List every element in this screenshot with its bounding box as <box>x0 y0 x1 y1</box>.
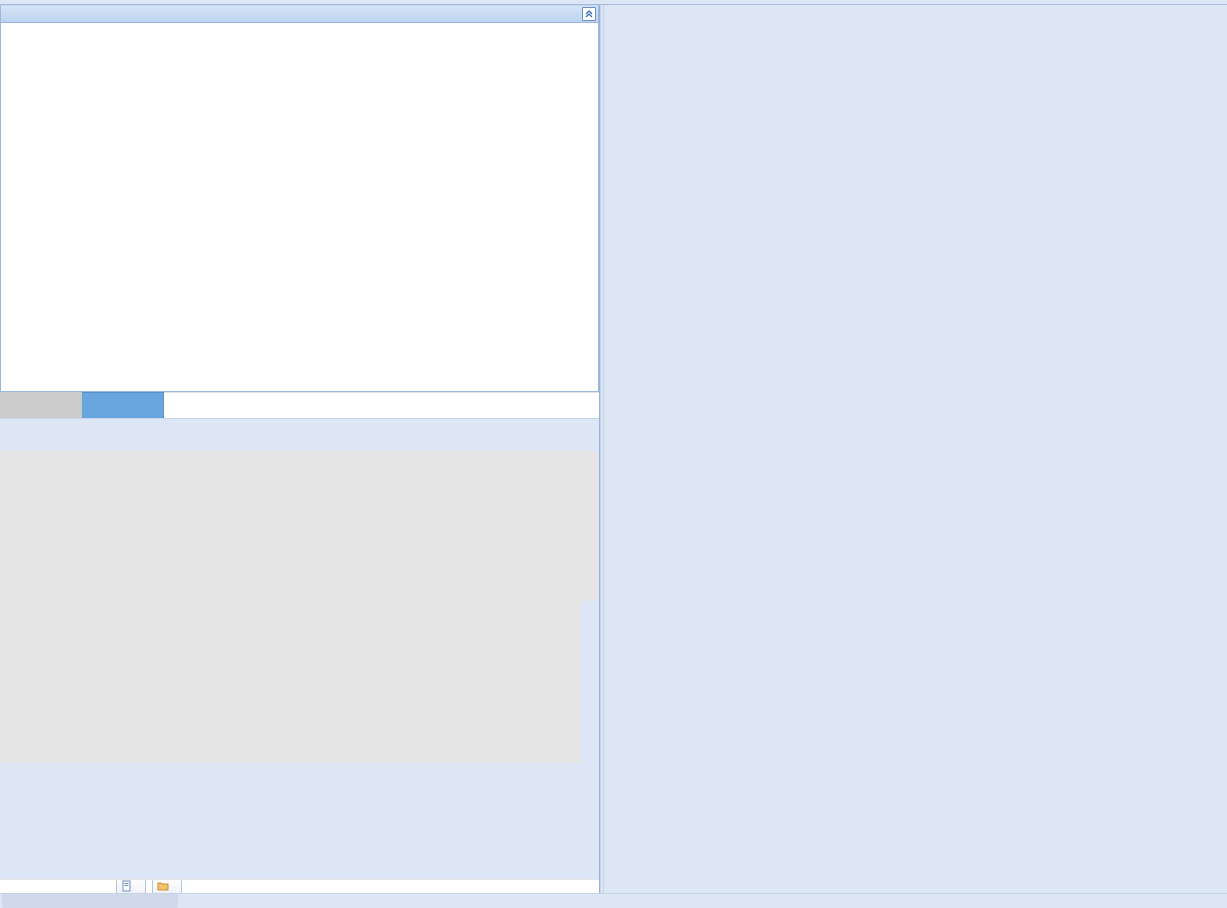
upper-panel-content <box>0 23 599 392</box>
tab-1[interactable] <box>0 392 82 418</box>
tab-2[interactable] <box>82 392 164 418</box>
document-icon <box>121 880 133 892</box>
button-row <box>0 879 599 893</box>
tab-strip <box>0 392 599 418</box>
lower-panel <box>0 418 599 879</box>
statusbar <box>0 893 1227 908</box>
lower-panel-content <box>0 419 599 879</box>
lower-panel-scroll[interactable] <box>0 419 599 879</box>
app-frame <box>0 0 1227 908</box>
folder-icon <box>157 880 169 892</box>
lower-body-cutout <box>581 601 599 763</box>
collapse-panel-button[interactable] <box>582 7 596 21</box>
right-pane <box>604 5 1227 893</box>
left-pane <box>0 5 600 893</box>
lower-footer-band <box>0 763 599 879</box>
upper-panel-header <box>0 5 599 23</box>
tab-strip-filler <box>164 392 599 418</box>
main-area <box>0 5 1227 893</box>
chevron-double-up-icon <box>584 9 594 19</box>
lower-header-band <box>0 419 599 451</box>
action-button-1[interactable] <box>116 879 146 893</box>
status-segment <box>2 894 178 908</box>
lower-body-band <box>0 451 599 763</box>
action-button-2[interactable] <box>152 879 182 893</box>
upper-panel <box>0 5 599 392</box>
